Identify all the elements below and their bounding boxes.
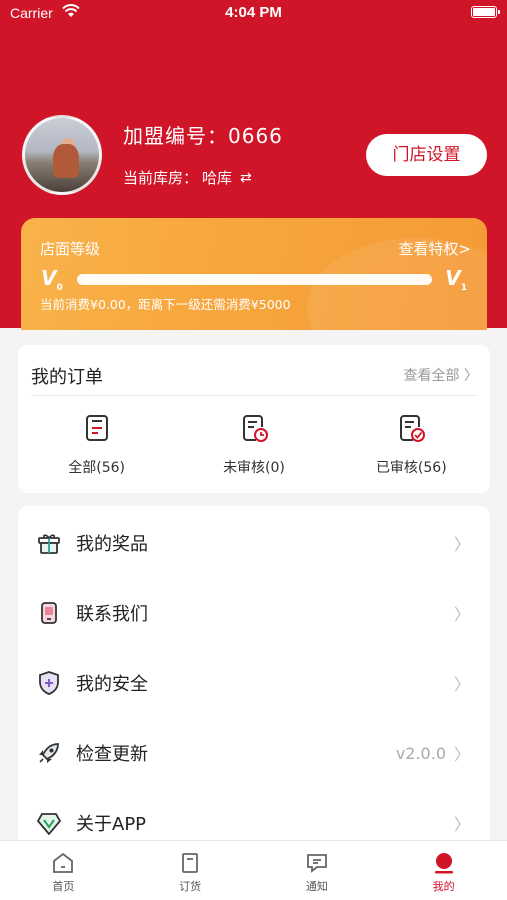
battery-icon — [471, 6, 500, 18]
order-goods-icon — [182, 853, 199, 873]
status-bar: Carrier 4:04 PM — [0, 0, 507, 28]
next-level-badge: V1 — [445, 266, 467, 293]
view-all-orders-link[interactable]: 查看全部 〉 — [404, 365, 478, 385]
warehouse-label: 当前库房： — [123, 169, 199, 187]
app-logo-icon — [36, 813, 62, 836]
version-value: v2.0.0 — [395, 743, 446, 763]
order-all-icon — [85, 415, 108, 441]
orders-approved-label: 已审核(56) — [375, 460, 447, 476]
view-privileges-link[interactable]: 查看特权> — [398, 238, 471, 259]
franchise-label: 加盟编号： — [123, 124, 228, 148]
level-title: 店面等级 — [40, 240, 101, 258]
avatar[interactable] — [22, 115, 102, 195]
chevron-right-icon: 〉 — [453, 535, 470, 554]
store-settings-button[interactable]: 门店设置 — [366, 134, 487, 176]
current-warehouse[interactable]: 当前库房： 哈库 ⇄ — [123, 167, 252, 188]
menu-item-check-update[interactable]: 检查更新 v2.0.0 〉 — [18, 718, 490, 788]
orders-approved[interactable]: 已审核(56) — [333, 409, 490, 477]
chevron-right-icon: 〉 — [453, 675, 470, 694]
switch-icon[interactable]: ⇄ — [240, 170, 252, 186]
level-progress-bar — [77, 274, 432, 285]
rocket-icon — [39, 743, 59, 763]
warehouse-name: 哈库 — [202, 169, 233, 187]
tab-label: 首页 — [52, 880, 75, 893]
tab-label: 我的 — [432, 880, 455, 893]
phone-icon — [41, 602, 57, 624]
current-level-badge: V0 — [41, 266, 63, 293]
tab-profile[interactable]: 我的 — [380, 841, 507, 900]
menu-item-my-prizes[interactable]: 我的奖品 〉 — [18, 508, 490, 578]
tab-order-goods[interactable]: 订货 — [127, 841, 254, 900]
tab-bar: 首页 订货 通知 我的 — [0, 840, 507, 900]
store-level-card: 店面等级 查看特权> V0 V1 当前消费¥0.00，距离下一级还需消费¥500… — [21, 218, 487, 330]
tab-notifications[interactable]: 通知 — [254, 841, 381, 900]
message-icon — [306, 854, 327, 873]
tab-label: 订货 — [179, 880, 202, 893]
menu-item-label: 我的奖品 — [76, 534, 148, 555]
franchise-number: 加盟编号：0666 — [123, 120, 283, 149]
orders-all[interactable]: 全部(56) — [18, 409, 175, 477]
chevron-right-icon: 〉 — [453, 745, 470, 764]
divider — [31, 395, 477, 396]
order-approved-icon — [400, 415, 426, 442]
shield-icon — [39, 671, 59, 695]
gift-icon — [38, 534, 60, 554]
menu-item-label: 我的安全 — [76, 674, 148, 695]
menu-item-contact-us[interactable]: 联系我们 〉 — [18, 578, 490, 648]
menu-item-label: 联系我们 — [76, 604, 148, 625]
orders-all-label: 全部(56) — [68, 460, 126, 476]
menu-item-label: 关于APP — [76, 814, 147, 835]
tab-home[interactable]: 首页 — [0, 841, 127, 900]
home-icon — [53, 852, 74, 873]
level-progress-note: 当前消费¥0.00，距离下一级还需消费¥5000 — [40, 297, 291, 312]
franchise-value: 0666 — [228, 124, 283, 148]
chevron-right-icon: 〉 — [453, 815, 470, 834]
chevron-right-icon: 〉 — [453, 605, 470, 624]
tab-label: 通知 — [305, 880, 328, 893]
my-orders-card: 我的订单 查看全部 〉 全部(56) 未审核(0) 已审核(56) — [18, 345, 490, 493]
settings-menu: 我的奖品 〉 联系我们 〉 我的安全 〉 检查更新 v2.0.0 〉 关于APP… — [18, 506, 490, 846]
menu-item-my-security[interactable]: 我的安全 〉 — [18, 648, 490, 718]
menu-item-about-app[interactable]: 关于APP 〉 — [18, 788, 490, 846]
orders-title: 我的订单 — [31, 367, 103, 388]
menu-item-label: 检查更新 — [76, 744, 148, 765]
orders-pending-label: 未审核(0) — [223, 460, 285, 476]
profile-icon — [434, 853, 453, 874]
orders-pending[interactable]: 未审核(0) — [175, 409, 332, 477]
clock: 4:04 PM — [225, 4, 282, 21]
order-pending-icon — [242, 415, 268, 442]
